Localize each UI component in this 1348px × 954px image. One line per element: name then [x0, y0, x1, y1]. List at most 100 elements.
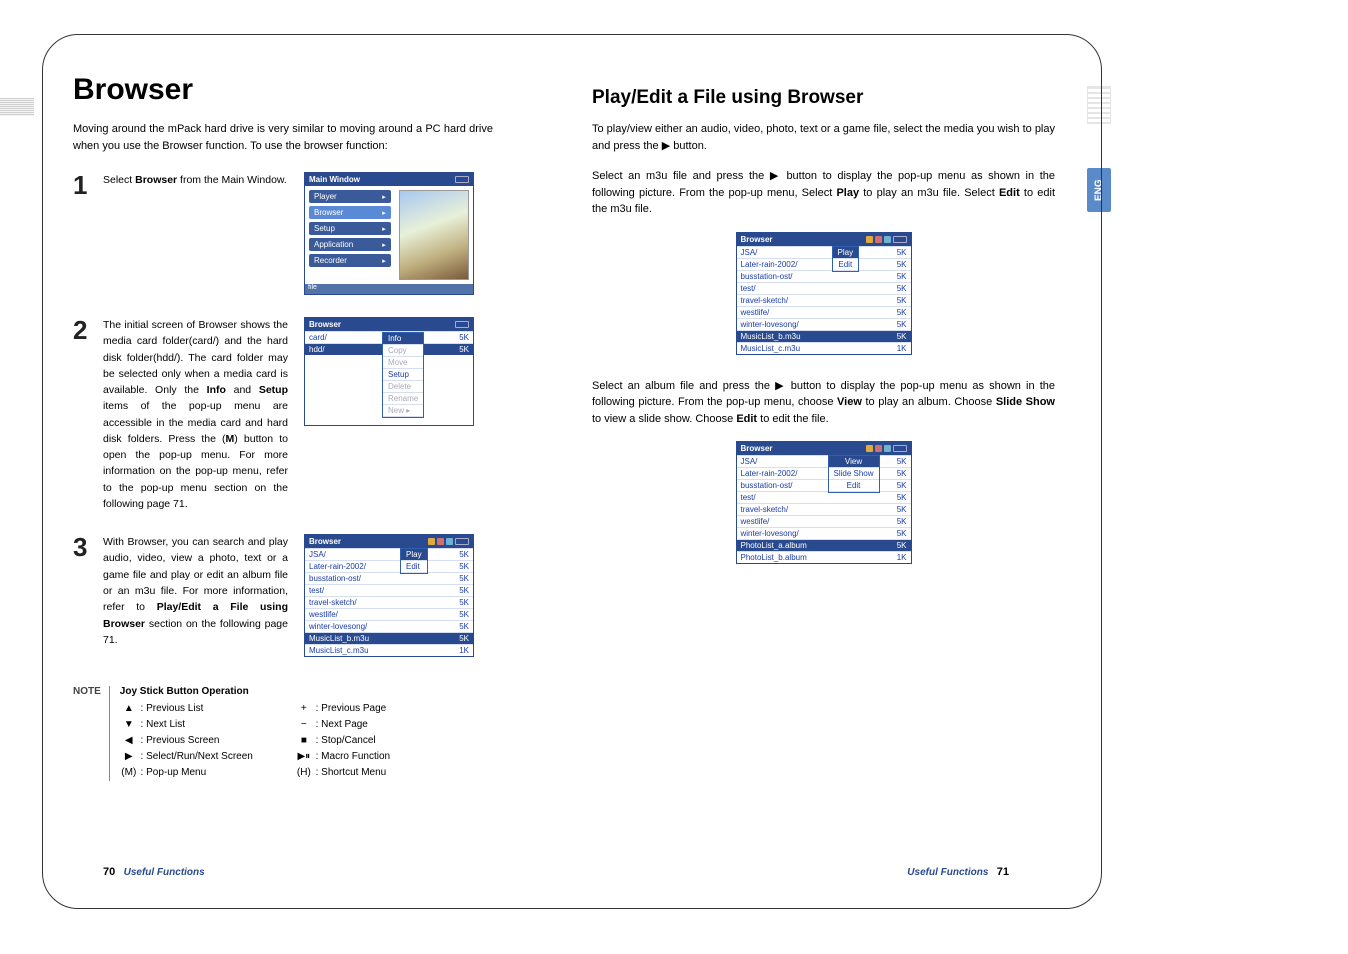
- list-item[interactable]: JSA/5K: [737, 455, 911, 467]
- battery-icon: [455, 176, 469, 183]
- list-item[interactable]: westlife/5K: [305, 608, 473, 620]
- page-frame: Browser Moving around the mPack hard dri…: [42, 34, 1102, 909]
- section-title: Play/Edit a File using Browser: [592, 87, 1055, 109]
- titlebar-icons: [428, 538, 469, 545]
- note-title: Joy Stick Button Operation: [120, 686, 536, 697]
- list-item[interactable]: JSA/5K: [305, 548, 473, 560]
- list-item[interactable]: winter-lovesong/5K: [737, 318, 911, 330]
- window-title: Browser: [741, 235, 773, 244]
- list-item[interactable]: Later-rain-2002/5K: [737, 258, 911, 270]
- status-icon: [884, 445, 891, 452]
- menu-item-application[interactable]: Application▸: [309, 238, 391, 251]
- page-footer-right: Useful Functions 71: [907, 866, 1009, 878]
- status-icon: [866, 445, 873, 452]
- popup-item[interactable]: Play: [833, 247, 859, 259]
- step-number: 3: [73, 534, 93, 658]
- popup-item[interactable]: Setup: [383, 369, 423, 381]
- note-item: ▼ : Next List: [120, 717, 253, 733]
- popup-item[interactable]: Edit: [401, 561, 427, 573]
- status-icon: [437, 538, 444, 545]
- popup-item: Delete: [383, 381, 423, 393]
- popup-menu: InfoCopyMoveSetupDeleteRenameNew ▸: [382, 332, 424, 418]
- page-footer-left: 70 Useful Functions: [103, 866, 205, 878]
- list-item[interactable]: Later-rain-2002/5K: [305, 560, 473, 572]
- page-right: Play/Edit a File using Browser To play/v…: [592, 73, 1055, 882]
- popup-item: Rename: [383, 393, 423, 405]
- note-col-2: + : Previous Page− : Next Page■ : Stop/C…: [295, 701, 390, 781]
- list-item[interactable]: JSA/5K: [737, 246, 911, 258]
- popup-item[interactable]: Edit: [833, 259, 859, 271]
- list-item[interactable]: busstation-ost/5K: [737, 479, 911, 491]
- window-title: Browser: [741, 444, 773, 453]
- menu-item-player[interactable]: Player▸: [309, 190, 391, 203]
- list-item[interactable]: westlife/5K: [737, 515, 911, 527]
- popup-item[interactable]: Edit: [829, 480, 879, 492]
- menu-item-setup[interactable]: Setup▸: [309, 222, 391, 235]
- preview-image: [399, 190, 469, 280]
- popup-menu: PlayEdit: [832, 246, 860, 272]
- list-item[interactable]: winter-lovesong/5K: [305, 620, 473, 632]
- popup-menu: PlayEdit: [400, 548, 428, 574]
- note-item: (M) : Pop-up Menu: [120, 765, 253, 781]
- note-item: ▲ : Previous List: [120, 701, 253, 717]
- note-label: NOTE: [73, 686, 110, 781]
- list-item[interactable]: PhotoList_a.album5K: [737, 539, 911, 551]
- popup-item[interactable]: Info: [383, 333, 423, 345]
- intro-text: Moving around the mPack hard drive is ve…: [73, 121, 493, 154]
- list-item[interactable]: MusicList_c.m3u1K: [737, 342, 911, 354]
- paragraph: Select an album file and press the ▶ but…: [592, 378, 1055, 428]
- main-window-mock: Main Window Player▸Browser▸Setup▸Applica…: [304, 172, 474, 295]
- list-item[interactable]: travel-sketch/5K: [737, 503, 911, 515]
- titlebar-icons: [866, 445, 907, 452]
- status-icon: [428, 538, 435, 545]
- list-item[interactable]: busstation-ost/5K: [305, 572, 473, 584]
- page-left: Browser Moving around the mPack hard dri…: [73, 73, 536, 882]
- note-item: ■ : Stop/Cancel: [295, 733, 390, 749]
- menu-item-recorder[interactable]: Recorder▸: [309, 254, 391, 267]
- step-2: 2 The initial screen of Browser shows th…: [73, 317, 536, 512]
- section-name: Useful Functions: [907, 867, 988, 878]
- paragraph: To play/view either an audio, video, pho…: [592, 121, 1055, 154]
- list-item[interactable]: Later-rain-2002/5K: [737, 467, 911, 479]
- list-item[interactable]: westlife/5K: [737, 306, 911, 318]
- battery-icon: [893, 445, 907, 452]
- note-col-1: ▲ : Previous List▼ : Next List◀ : Previo…: [120, 701, 253, 781]
- file-list: JSA/5KLater-rain-2002/5Kbusstation-ost/5…: [737, 246, 911, 354]
- note-item: (H) : Shortcut Menu: [295, 765, 390, 781]
- note-item: + : Previous Page: [295, 701, 390, 717]
- section-name: Useful Functions: [124, 867, 205, 878]
- note-item: − : Next Page: [295, 717, 390, 733]
- binding-stripes: [0, 98, 34, 116]
- list-item[interactable]: travel-sketch/5K: [737, 294, 911, 306]
- list-item[interactable]: winter-lovesong/5K: [737, 527, 911, 539]
- list-item[interactable]: busstation-ost/5K: [737, 270, 911, 282]
- step-text: Select Browser from the Main Window.: [103, 172, 288, 295]
- popup-item[interactable]: Slide Show: [829, 468, 879, 480]
- popup-menu: ViewSlide ShowEdit: [828, 455, 880, 493]
- note-item: ▶ : Select/Run/Next Screen: [120, 749, 253, 765]
- window-footer: file: [305, 284, 473, 294]
- list-item[interactable]: test/5K: [737, 491, 911, 503]
- popup-item[interactable]: Play: [401, 549, 427, 561]
- status-icon: [875, 445, 882, 452]
- battery-icon: [455, 538, 469, 545]
- popup-item: Move: [383, 357, 423, 369]
- popup-item[interactable]: View: [829, 456, 879, 468]
- list-item[interactable]: PhotoList_b.album1K: [737, 551, 911, 563]
- list-item[interactable]: MusicList_b.m3u5K: [737, 330, 911, 342]
- step-text: With Browser, you can search and play au…: [103, 534, 288, 658]
- step-3: 3 With Browser, you can search and play …: [73, 534, 536, 658]
- step-text: The initial screen of Browser shows the …: [103, 317, 288, 512]
- list-item[interactable]: test/5K: [737, 282, 911, 294]
- popup-item: Copy: [383, 345, 423, 357]
- list-item[interactable]: travel-sketch/5K: [305, 596, 473, 608]
- note-item: ◀ : Previous Screen: [120, 733, 253, 749]
- list-item[interactable]: test/5K: [305, 584, 473, 596]
- list-item[interactable]: MusicList_b.m3u5K: [305, 632, 473, 644]
- menu-item-browser[interactable]: Browser▸: [309, 206, 391, 219]
- list-item[interactable]: MusicList_c.m3u1K: [305, 644, 473, 656]
- file-list: JSA/5KLater-rain-2002/5Kbusstation-ost/5…: [305, 548, 473, 656]
- page-title: Browser: [73, 73, 536, 107]
- note-block: NOTE Joy Stick Button Operation ▲ : Prev…: [73, 686, 536, 781]
- battery-icon: [455, 321, 469, 328]
